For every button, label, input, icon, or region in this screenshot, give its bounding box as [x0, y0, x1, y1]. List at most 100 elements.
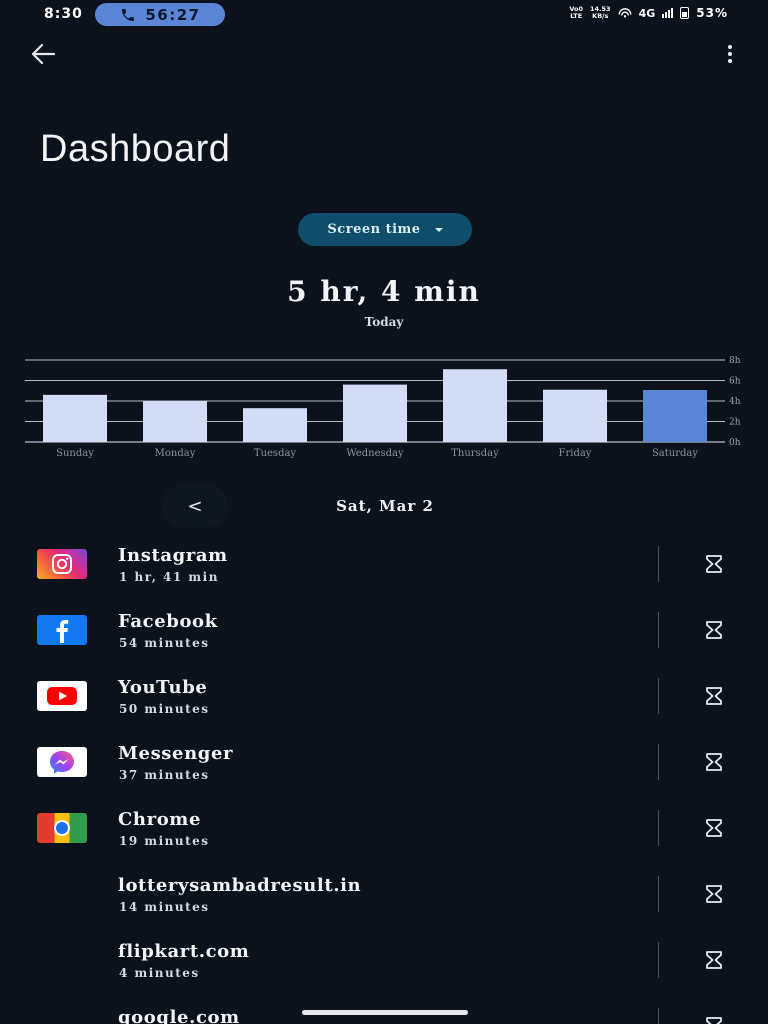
bar-friday	[543, 389, 607, 442]
app-usage-time: 54 minutes	[119, 636, 210, 650]
app-name: Messenger	[118, 743, 234, 764]
app-name: lotterysambadresult.in	[118, 875, 362, 896]
network-type: 4G	[638, 6, 656, 20]
phone-icon	[122, 8, 135, 21]
y-tick-label: 6h	[729, 377, 741, 387]
app-timer-button[interactable]	[700, 946, 728, 974]
messenger-icon	[37, 747, 87, 777]
chevron-left-icon: <	[187, 495, 203, 517]
app-row-lotterysambadresult[interactable]: lotterysambadresult.in 14 minutes	[0, 870, 768, 932]
network-speed: 14.53 KB/s	[590, 5, 611, 20]
instagram-icon	[37, 549, 87, 579]
hourglass-icon	[706, 687, 722, 705]
divider	[658, 1008, 659, 1024]
bar-tuesday	[243, 408, 307, 442]
arrow-left-icon	[31, 43, 56, 65]
volte-indicator: Vo0 LTE	[569, 5, 584, 20]
status-time: 8:30	[44, 6, 83, 22]
battery-level: 53%	[696, 6, 728, 20]
hotspot-icon	[618, 8, 632, 18]
more-options-button[interactable]	[718, 40, 742, 68]
app-name: YouTube	[118, 677, 208, 698]
x-tick-label: Tuesday	[254, 448, 297, 459]
app-timer-button[interactable]	[700, 616, 728, 644]
ongoing-call-chip[interactable]: 56:27	[95, 3, 225, 26]
facebook-icon	[37, 615, 87, 645]
bar-monday	[143, 401, 207, 442]
total-screen-time: 5 hr, 4 min	[287, 275, 481, 308]
youtube-icon	[37, 681, 87, 711]
app-timer-button[interactable]	[700, 814, 728, 842]
app-timer-button[interactable]	[700, 682, 728, 710]
divider	[658, 942, 659, 978]
app-timer-button[interactable]	[700, 880, 728, 908]
back-button[interactable]	[28, 40, 60, 68]
status-bar: 8:30 56:27 Vo0 LTE 14.53 KB/s 4G 53%	[0, 0, 768, 30]
hourglass-icon	[706, 621, 722, 639]
app-row-instagram[interactable]: Instagram 1 hr, 41 min	[0, 540, 768, 602]
bar-wednesday	[343, 384, 407, 442]
hourglass-icon	[706, 753, 722, 771]
metric-dropdown[interactable]: Screen time	[298, 213, 472, 246]
x-tick-label: Saturday	[652, 448, 698, 459]
battery-icon	[680, 7, 690, 19]
x-tick-label: Thursday	[451, 448, 499, 459]
x-tick-label: Monday	[155, 448, 196, 459]
metric-dropdown-label: Screen time	[327, 222, 421, 237]
divider	[658, 744, 659, 780]
app-timer-button[interactable]	[700, 550, 728, 578]
divider	[658, 810, 659, 846]
app-name: flipkart.com	[118, 941, 250, 962]
hourglass-icon	[706, 819, 722, 837]
y-tick-label: 4h	[729, 397, 741, 407]
y-tick-label: 8h	[729, 356, 741, 366]
selected-date: Sat, Mar 2	[336, 497, 434, 515]
bar-thursday	[443, 369, 507, 442]
app-timer-button[interactable]	[700, 1012, 728, 1024]
home-indicator[interactable]	[302, 1010, 468, 1015]
bar-sunday	[43, 394, 107, 442]
period-label: Today	[364, 315, 404, 329]
app-usage-time: 37 minutes	[119, 768, 210, 782]
app-name: Instagram	[118, 545, 228, 566]
x-tick-label: Friday	[559, 448, 592, 459]
bar-chart-svg: 0h 2h 4h 6h 8h Sunday Monday Tuesday Wednesday Th…	[25, 356, 741, 459]
screen: 8:30 56:27 Vo0 LTE 14.53 KB/s 4G 53% Das…	[0, 0, 768, 1024]
caret-down-icon	[434, 227, 443, 232]
app-usage-time: 1 hr, 41 min	[119, 570, 219, 584]
signal-icon	[662, 8, 674, 18]
bar-saturday	[643, 390, 707, 442]
app-row-chrome[interactable]: Chrome 19 minutes	[0, 804, 768, 866]
app-usage-time: 50 minutes	[119, 702, 210, 716]
hourglass-icon	[706, 555, 722, 573]
weekly-usage-chart: 0h 2h 4h 6h 8h Sunday Monday Tuesday Wednesday Th…	[0, 350, 768, 465]
hourglass-icon	[706, 885, 722, 903]
y-tick-label: 0h	[729, 438, 741, 448]
y-tick-label: 2h	[729, 418, 741, 428]
app-usage-time: 4 minutes	[119, 966, 200, 980]
hourglass-icon	[706, 1017, 722, 1024]
hourglass-icon	[706, 951, 722, 969]
status-indicators: Vo0 LTE 14.53 KB/s 4G 53%	[569, 5, 728, 21]
app-name: google.com	[118, 1007, 240, 1024]
previous-day-button[interactable]: <	[162, 484, 228, 528]
app-timer-button[interactable]	[700, 748, 728, 776]
divider	[658, 612, 659, 648]
app-usage-time: 14 minutes	[119, 900, 210, 914]
app-usage-time: 19 minutes	[119, 834, 210, 848]
app-row-flipkart[interactable]: flipkart.com 4 minutes	[0, 936, 768, 998]
x-tick-label: Sunday	[56, 448, 94, 459]
more-vert-icon	[728, 45, 732, 49]
app-row-youtube[interactable]: YouTube 50 minutes	[0, 672, 768, 734]
app-name: Facebook	[118, 611, 218, 632]
app-row-facebook[interactable]: Facebook 54 minutes	[0, 606, 768, 668]
call-timer: 56:27	[145, 5, 201, 24]
divider	[658, 546, 659, 582]
divider	[658, 876, 659, 912]
chrome-icon	[37, 813, 87, 843]
divider	[658, 678, 659, 714]
x-tick-label: Wednesday	[346, 448, 404, 459]
page-title: Dashboard	[40, 128, 231, 170]
app-row-messenger[interactable]: Messenger 37 minutes	[0, 738, 768, 800]
app-name: Chrome	[118, 809, 202, 830]
